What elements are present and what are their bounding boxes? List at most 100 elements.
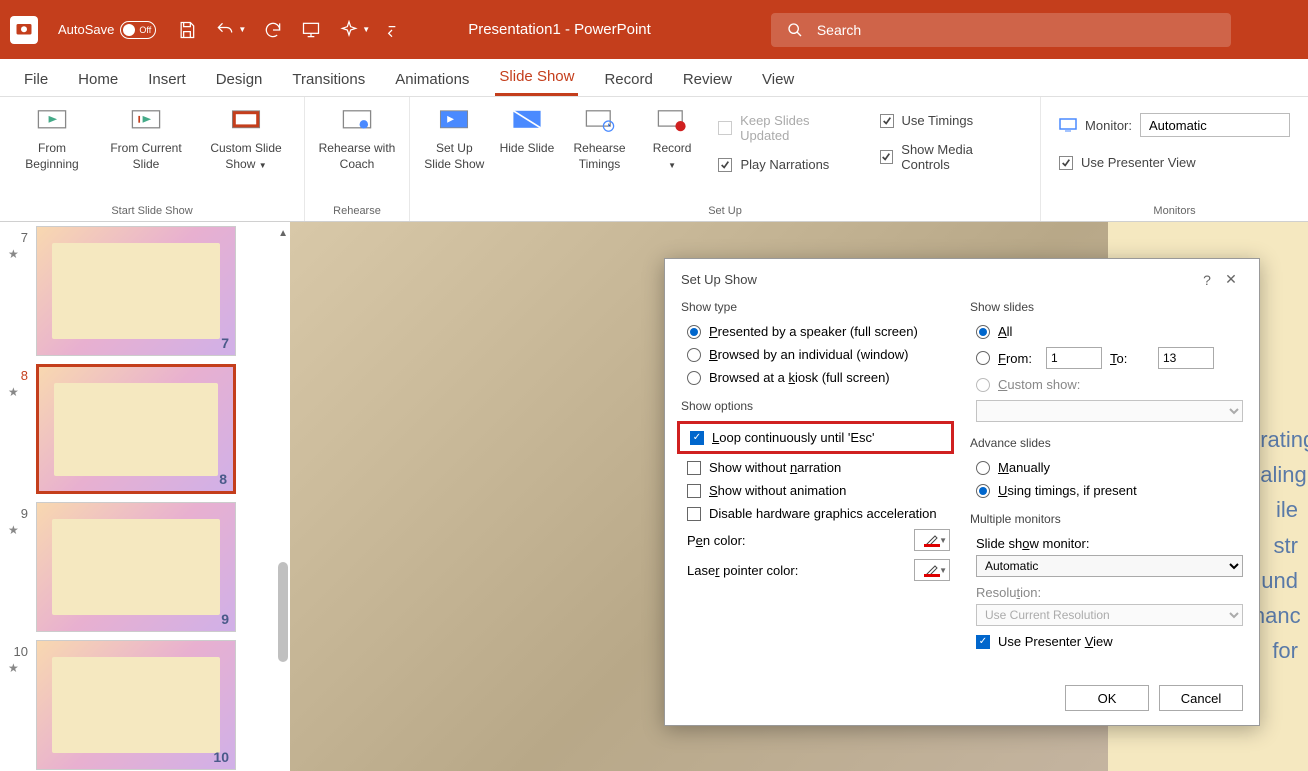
app-icon[interactable] — [10, 16, 38, 44]
save-icon[interactable] — [176, 19, 198, 41]
radio-browsed-individual[interactable]: Browsed by an individual (window) — [681, 347, 954, 362]
check-presenter-view[interactable]: Use Presenter View — [970, 634, 1243, 649]
ribbon: From Beginning From Current Slide Custom… — [0, 97, 1308, 222]
radio-presented-speaker[interactable]: Presented by a speaker (full screen) — [681, 324, 954, 339]
dialog-titlebar[interactable]: Set Up Show ? ✕ — [665, 259, 1259, 300]
ribbon-group-setup: Set Up Slide Show Hide Slide Rehearse Ti… — [410, 97, 1041, 221]
laser-color-button[interactable]: ▼ — [914, 559, 950, 581]
ok-button[interactable]: OK — [1065, 685, 1149, 711]
rehearse-timings-button[interactable]: Rehearse Timings — [565, 103, 634, 176]
pen-color-button[interactable]: ▼ — [914, 529, 950, 551]
radio-manually[interactable]: Manually — [970, 460, 1243, 475]
redo-icon[interactable] — [262, 19, 284, 41]
tab-record[interactable]: Record — [600, 63, 656, 96]
check-without-animation[interactable]: Show without animation — [681, 483, 954, 498]
autosave-toggle[interactable]: AutoSave Off — [58, 21, 156, 39]
to-input[interactable] — [1158, 347, 1214, 369]
thumbnail-9[interactable]: 9★ 9 — [0, 498, 290, 636]
pen-color-row: Pen color: ▼ — [681, 529, 954, 551]
radio-browsed-kiosk[interactable]: Browsed at a kiosk (full screen) — [681, 370, 954, 385]
setup-icon — [436, 107, 472, 135]
from-input[interactable] — [1046, 347, 1102, 369]
ribbon-group-monitors: Monitor: Use Presenter View Monitors — [1041, 97, 1308, 221]
scrollbar[interactable] — [278, 562, 288, 662]
setup-slide-show-button[interactable]: Set Up Slide Show — [420, 103, 489, 176]
tab-design[interactable]: Design — [212, 63, 267, 96]
slide-show-monitor-select[interactable]: Automatic — [976, 555, 1243, 577]
tab-home[interactable]: Home — [74, 63, 122, 96]
check-without-narration[interactable]: Show without narration — [681, 460, 954, 475]
custom-slide-show-button[interactable]: Custom Slide Show ▼ — [198, 103, 294, 176]
dialog-title: Set Up Show — [681, 272, 1195, 287]
from-current-slide-button[interactable]: From Current Slide — [98, 103, 194, 176]
star-icon: ★ — [8, 523, 28, 537]
toggle-knob — [123, 24, 135, 36]
record-button[interactable]: Record▼ — [638, 103, 707, 176]
use-timings-check[interactable]: Use Timings — [880, 113, 1022, 128]
show-options-section: Show options Loop continuously until 'Es… — [681, 399, 954, 581]
star-icon: ★ — [8, 385, 28, 399]
laser-color-row: Laser pointer color: ▼ — [681, 559, 954, 581]
touch-mode-button[interactable]: ▼ — [338, 19, 370, 41]
use-presenter-view-check[interactable]: Use Presenter View — [1059, 155, 1290, 170]
tab-transitions[interactable]: Transitions — [288, 63, 369, 96]
autosave-label: AutoSave — [58, 22, 114, 37]
monitor-selector[interactable]: Monitor: — [1059, 113, 1290, 137]
title-bar: AutoSave Off ▼ ▼ Presentation1 - PowerPo… — [0, 0, 1308, 59]
play-current-icon — [128, 107, 164, 135]
toggle-state: Off — [139, 25, 151, 35]
help-icon[interactable]: ? — [1195, 272, 1219, 288]
check-disable-hardware[interactable]: Disable hardware graphics acceleration — [681, 506, 954, 521]
play-narrations-check[interactable]: Play Narrations — [718, 157, 859, 172]
multiple-monitors-section: Multiple monitors Slide show monitor: Au… — [970, 512, 1243, 649]
present-icon[interactable] — [300, 19, 322, 41]
from-beginning-button[interactable]: From Beginning — [10, 103, 94, 176]
hide-slide-button[interactable]: Hide Slide — [493, 103, 562, 161]
search-box[interactable]: Search — [771, 13, 1231, 47]
tab-file[interactable]: File — [20, 63, 52, 96]
radio-using-timings[interactable]: Using timings, if present — [970, 483, 1243, 498]
tab-view[interactable]: View — [758, 63, 798, 96]
chevron-down-icon: ▼ — [238, 25, 246, 34]
tab-animations[interactable]: Animations — [391, 63, 473, 96]
thumbnail-8[interactable]: 8★ 8 — [0, 360, 290, 498]
chevron-down-icon: ▼ — [939, 536, 947, 545]
monitor-icon — [1059, 118, 1077, 132]
custom-show-icon — [228, 107, 264, 135]
scroll-up-icon[interactable]: ▲ — [278, 228, 288, 239]
show-type-section: Show type Presented by a speaker (full s… — [681, 300, 954, 385]
hide-slide-icon — [509, 107, 545, 135]
timings-icon — [582, 107, 618, 135]
chevron-down-icon: ▼ — [362, 25, 370, 34]
quick-access-toolbar: ▼ ▼ — [176, 19, 398, 41]
custom-show-select — [976, 400, 1243, 422]
thumbnail-10[interactable]: 10★ 10 — [0, 636, 290, 771]
thumbnail-7[interactable]: 7★ 7 — [0, 222, 290, 360]
tab-insert[interactable]: Insert — [144, 63, 190, 96]
toggle-switch[interactable]: Off — [120, 21, 156, 39]
chevron-down-icon: ▼ — [939, 566, 947, 575]
show-media-controls-check[interactable]: Show Media Controls — [880, 142, 1022, 172]
record-icon — [654, 107, 690, 135]
rehearse-coach-button[interactable]: Rehearse with Coach — [315, 103, 399, 176]
check-loop-continuously[interactable]: Loop continuously until 'Esc' — [677, 421, 954, 454]
search-placeholder: Search — [817, 22, 861, 38]
cancel-button[interactable]: Cancel — [1159, 685, 1243, 711]
thumbnail-panel[interactable]: ▲ 7★ 7 8★ 8 9★ 9 10★ 10 — [0, 222, 290, 771]
radio-all-slides[interactable]: All — [970, 324, 1243, 339]
search-icon — [787, 22, 803, 38]
tab-slide-show[interactable]: Slide Show — [495, 60, 578, 96]
radio-from-to[interactable]: From: To: — [970, 347, 1243, 369]
setup-show-dialog: Set Up Show ? ✕ Show type Presented by a… — [664, 258, 1260, 726]
document-title: Presentation1 - PowerPoint — [468, 21, 651, 38]
star-icon: ★ — [8, 247, 28, 261]
close-icon[interactable]: ✕ — [1219, 271, 1243, 288]
undo-button[interactable]: ▼ — [214, 19, 246, 41]
monitor-select[interactable] — [1140, 113, 1290, 137]
customize-qat-icon[interactable] — [386, 19, 398, 41]
star-icon: ★ — [8, 661, 28, 675]
tab-review[interactable]: Review — [679, 63, 736, 96]
keep-slides-updated-check: Keep Slides Updated — [718, 113, 859, 143]
resolution-select: Use Current Resolution — [976, 604, 1243, 626]
ribbon-tabs: File Home Insert Design Transitions Anim… — [0, 59, 1308, 97]
